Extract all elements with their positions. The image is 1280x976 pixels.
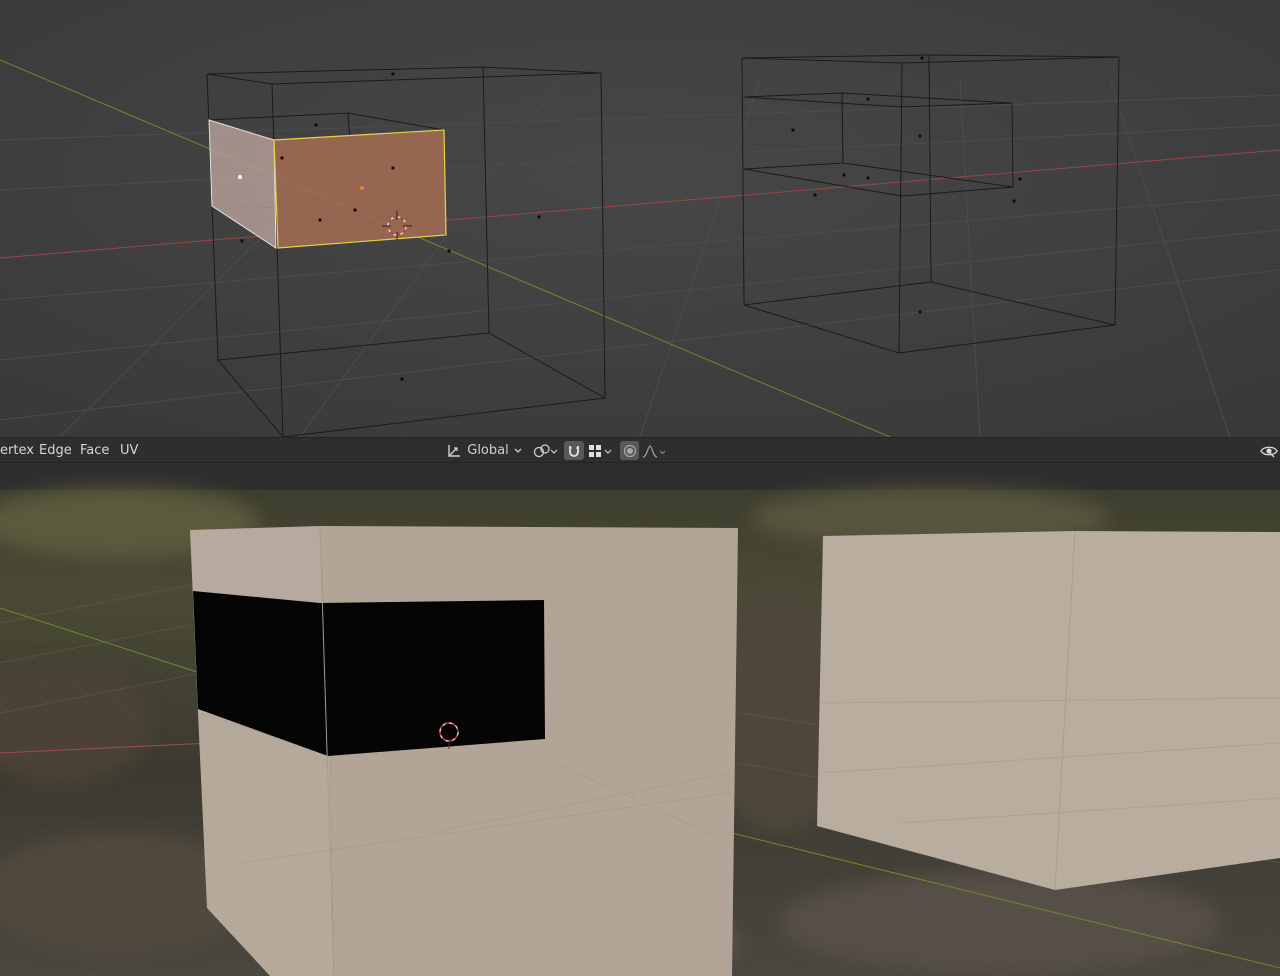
active-vertex[interactable] [238, 175, 242, 179]
proportional-editing-toggle[interactable] [620, 441, 639, 460]
pivot-point-icon [532, 443, 558, 459]
transform-orientation-icon [446, 443, 462, 459]
menu-vertex[interactable]: ertex [0, 443, 34, 459]
viewport-header: ertex Edge Face UV Global [0, 437, 1280, 463]
viewport-background [0, 0, 1280, 437]
chevron-down-icon [514, 448, 522, 454]
transform-orientation-dropdown[interactable]: Global [445, 441, 523, 460]
falloff-curve-icon [642, 443, 668, 459]
viewport-edit-wireframe[interactable] [0, 0, 1280, 437]
snap-increment-icon [587, 443, 613, 459]
menu-face[interactable]: Face [80, 443, 109, 459]
falloff-dropdown[interactable] [642, 441, 668, 460]
snap-magnet-icon [566, 443, 582, 459]
visibility-toggle[interactable] [1259, 441, 1279, 460]
cube-right-render[interactable] [817, 530, 1280, 891]
rendered-scene [0, 463, 1280, 976]
pivot-point-dropdown[interactable] [530, 441, 560, 460]
menu-uv[interactable]: UV [120, 443, 138, 459]
eye-icon [1260, 444, 1278, 458]
snap-toggle[interactable] [564, 441, 584, 460]
face-center-dot [360, 186, 364, 190]
viewport-gap [0, 463, 1280, 490]
viewport-material-preview[interactable] [0, 463, 1280, 976]
cube-left-render[interactable] [190, 525, 738, 976]
proportional-editing-icon [623, 444, 637, 458]
wireframe-scene [0, 0, 1280, 437]
face-selected[interactable] [273, 129, 447, 249]
menu-edge[interactable]: Edge [39, 443, 72, 459]
orientation-label: Global [467, 443, 509, 458]
snap-target-dropdown[interactable] [585, 441, 615, 460]
